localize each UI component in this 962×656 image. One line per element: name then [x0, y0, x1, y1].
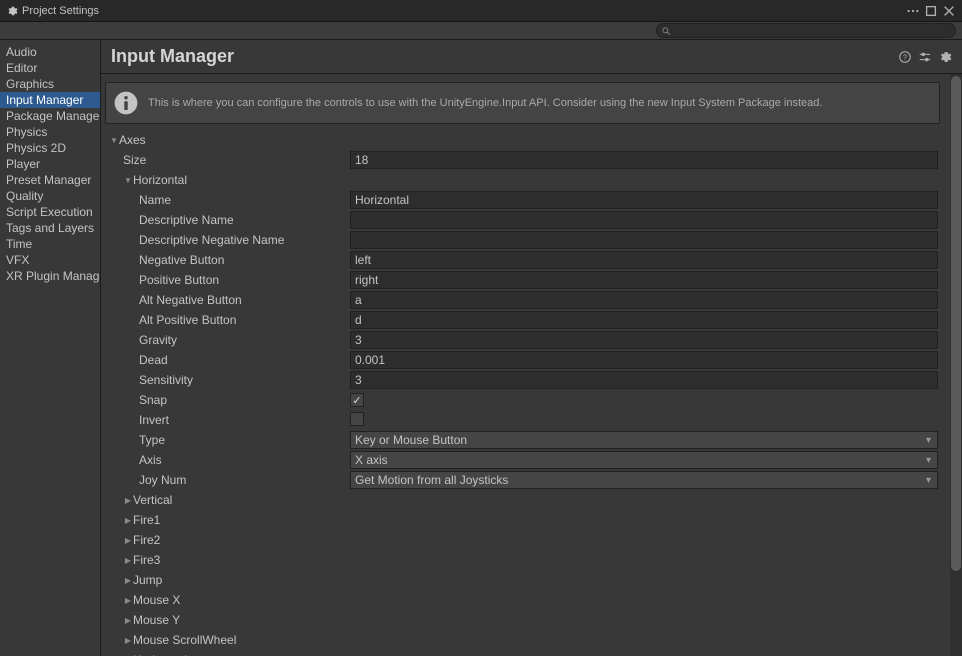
vertical-scrollbar[interactable] — [950, 74, 962, 656]
field-alt-pos-input[interactable] — [350, 311, 938, 329]
field-descriptive-neg-row: Descriptive Negative Name — [101, 230, 954, 250]
gear-icon-small[interactable] — [938, 50, 952, 64]
sidebar-item-quality[interactable]: Quality — [0, 188, 100, 204]
field-dead-input[interactable] — [350, 351, 938, 369]
axes-size-input[interactable] — [350, 151, 938, 169]
main-panel: Input Manager ? This is where you can co… — [101, 40, 962, 656]
axis-mousey-foldout[interactable]: Mouse Y — [101, 610, 954, 630]
field-name-row: Name — [101, 190, 954, 210]
search-bar — [0, 22, 962, 40]
sidebar-item-vfx[interactable]: VFX — [0, 252, 100, 268]
field-pos-button-input[interactable] — [350, 271, 938, 289]
chevron-right-icon — [123, 536, 133, 545]
chevron-down-icon — [123, 176, 133, 185]
sidebar-item-input-manager[interactable]: Input Manager — [0, 92, 100, 108]
chevron-right-icon — [123, 596, 133, 605]
axis-fire3-foldout[interactable]: Fire3 — [101, 550, 954, 570]
field-type-select[interactable]: Key or Mouse Button — [350, 431, 938, 449]
settings-sidebar: Audio Editor Graphics Input Manager Pack… — [0, 40, 101, 656]
field-descriptive-name-row: Descriptive Name — [101, 210, 954, 230]
sidebar-item-package-manager[interactable]: Package Manager — [0, 108, 100, 124]
axis-scrollwheel-foldout[interactable]: Mouse ScrollWheel — [101, 630, 954, 650]
sidebar-item-script-execution[interactable]: Script Execution — [0, 204, 100, 220]
chevron-right-icon — [123, 616, 133, 625]
svg-text:?: ? — [903, 54, 907, 61]
sidebar-item-player[interactable]: Player — [0, 156, 100, 172]
field-neg-button-input[interactable] — [350, 251, 938, 269]
sidebar-item-graphics[interactable]: Graphics — [0, 76, 100, 92]
chevron-right-icon — [123, 516, 133, 525]
field-name-input[interactable] — [350, 191, 938, 209]
axes-size-label: Size — [123, 153, 146, 167]
axes-size-row: Size — [101, 150, 954, 170]
chevron-right-icon — [123, 636, 133, 645]
search-icon — [661, 26, 671, 36]
maximize-icon[interactable] — [924, 4, 938, 18]
chevron-right-icon — [123, 496, 133, 505]
search-input[interactable] — [671, 25, 951, 37]
field-descriptive-neg-input[interactable] — [350, 231, 938, 249]
content-area: This is where you can configure the cont… — [101, 74, 962, 656]
axis-fire2-foldout[interactable]: Fire2 — [101, 530, 954, 550]
axis-fire1-foldout[interactable]: Fire1 — [101, 510, 954, 530]
field-joynum-row: Joy Num Get Motion from all Joysticks — [101, 470, 954, 490]
help-icon[interactable]: ? — [898, 50, 912, 64]
info-box: This is where you can configure the cont… — [105, 82, 940, 124]
field-sensitivity-row: Sensitivity — [101, 370, 954, 390]
axis-horizontal-foldout[interactable]: Horizontal — [101, 170, 954, 190]
axis-mousex-foldout[interactable]: Mouse X — [101, 590, 954, 610]
more-icon[interactable] — [906, 4, 920, 18]
page-title: Input Manager — [111, 46, 892, 67]
axis-vertical-foldout[interactable]: Vertical — [101, 490, 954, 510]
field-dead-row: Dead — [101, 350, 954, 370]
field-descriptive-name-input[interactable] — [350, 211, 938, 229]
field-axis-row: Axis X axis — [101, 450, 954, 470]
field-snap-checkbox[interactable]: ✓ — [350, 393, 364, 407]
field-joynum-select[interactable]: Get Motion from all Joysticks — [350, 471, 938, 489]
main-header: Input Manager ? — [101, 40, 962, 74]
field-alt-neg-input[interactable] — [350, 291, 938, 309]
gear-icon — [6, 5, 18, 17]
field-neg-button-row: Negative Button — [101, 250, 954, 270]
axis-horizontal2-foldout[interactable]: Horizontal — [101, 650, 954, 656]
settings-sliders-icon[interactable] — [918, 50, 932, 64]
sidebar-item-tags-layers[interactable]: Tags and Layers — [0, 220, 100, 236]
close-icon[interactable] — [942, 4, 956, 18]
chevron-right-icon — [123, 576, 133, 585]
sidebar-item-editor[interactable]: Editor — [0, 60, 100, 76]
field-snap-row: Snap ✓ — [101, 390, 954, 410]
field-alt-neg-row: Alt Negative Button — [101, 290, 954, 310]
sidebar-item-xr-plugin[interactable]: XR Plugin Management — [0, 268, 100, 284]
info-message: This is where you can configure the cont… — [148, 96, 822, 110]
sidebar-item-audio[interactable]: Audio — [0, 44, 100, 60]
window-titlebar: Project Settings — [0, 0, 962, 22]
axes-foldout[interactable]: Axes — [101, 130, 954, 150]
scrollbar-thumb[interactable] — [951, 76, 961, 571]
sidebar-item-preset-manager[interactable]: Preset Manager — [0, 172, 100, 188]
info-icon — [112, 89, 140, 117]
field-gravity-row: Gravity — [101, 330, 954, 350]
search-box[interactable] — [656, 23, 956, 38]
sidebar-item-physics[interactable]: Physics — [0, 124, 100, 140]
field-invert-checkbox[interactable] — [350, 412, 364, 426]
window-title: Project Settings — [22, 5, 902, 17]
field-alt-pos-row: Alt Positive Button — [101, 310, 954, 330]
field-axis-select[interactable]: X axis — [350, 451, 938, 469]
sidebar-item-time[interactable]: Time — [0, 236, 100, 252]
chevron-right-icon — [123, 556, 133, 565]
sidebar-item-physics2d[interactable]: Physics 2D — [0, 140, 100, 156]
field-type-row: Type Key or Mouse Button — [101, 430, 954, 450]
chevron-down-icon — [109, 136, 119, 145]
field-sensitivity-input[interactable] — [350, 371, 938, 389]
axis-jump-foldout[interactable]: Jump — [101, 570, 954, 590]
field-invert-row: Invert — [101, 410, 954, 430]
field-pos-button-row: Positive Button — [101, 270, 954, 290]
field-gravity-input[interactable] — [350, 331, 938, 349]
